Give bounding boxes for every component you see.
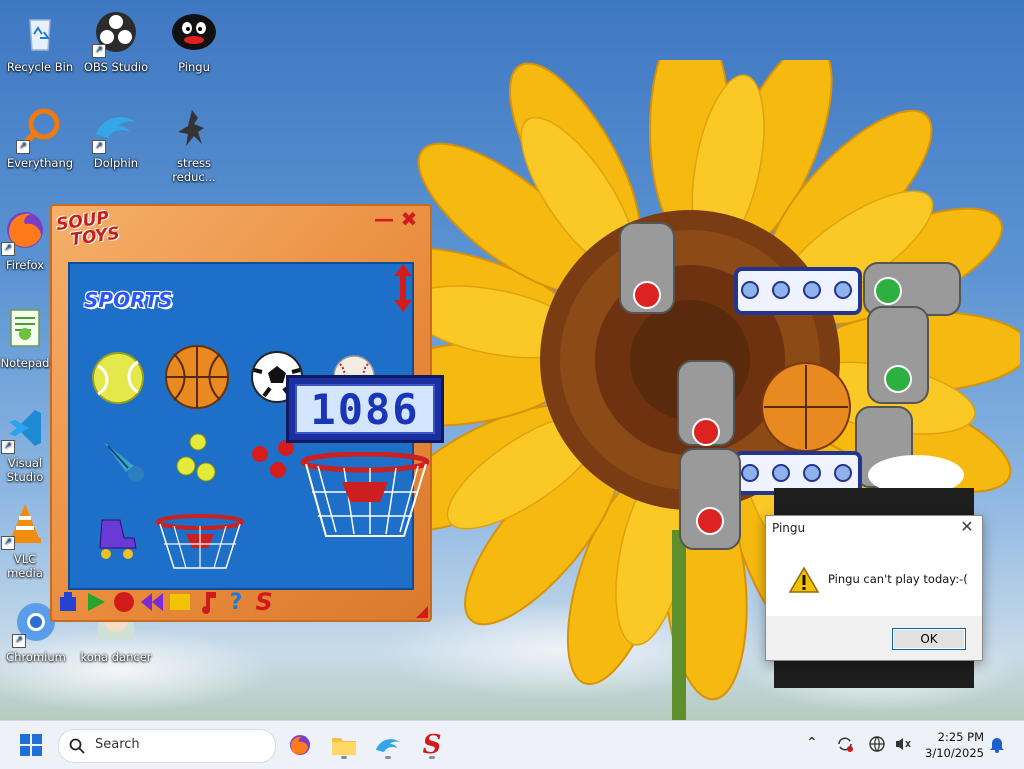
everything-search-icon: ↗ <box>16 104 64 154</box>
show-hidden-icons-chevron-icon[interactable]: ⌃ <box>806 735 818 751</box>
dialog-close-icon[interactable]: ✕ <box>958 518 976 536</box>
taskbar: Search S ⌃ 2:25 PM 3/10/2025 <box>0 720 1024 769</box>
dialog-title: Pingu <box>766 516 982 540</box>
pingu-icon <box>170 8 218 56</box>
category-title: SPORTS <box>84 288 173 312</box>
dolphin-icon <box>376 739 400 752</box>
taskbar-firefox[interactable] <box>284 729 316 761</box>
resize-grip-icon[interactable] <box>416 606 428 618</box>
music-button[interactable] <box>196 590 220 614</box>
soup-s-logo-button[interactable]: S <box>252 588 276 616</box>
icon-label: OBS Studio <box>83 60 149 74</box>
stress-reducer-icon <box>170 104 218 152</box>
vlc-icon: ↗ <box>1 500 49 550</box>
dialog-message: Pingu can't play today:-( <box>828 572 968 586</box>
hoop-toy-large[interactable] <box>298 452 432 548</box>
running-indicator <box>429 756 435 759</box>
icon-label: stress reduc... <box>172 156 216 184</box>
desktop-icon-obs-studio[interactable]: ↗ OBS Studio <box>78 8 154 74</box>
stop-button[interactable] <box>168 590 192 614</box>
obs-icon: ↗ <box>92 8 140 58</box>
score-value: 1086 <box>295 384 435 434</box>
volume-muted-icon[interactable] <box>894 735 912 753</box>
notepad-icon <box>1 304 49 352</box>
sync-icon[interactable] <box>836 735 854 753</box>
icon-label: Chromium <box>6 650 66 664</box>
help-button[interactable]: ? <box>224 590 248 615</box>
desktop-icon-pingu[interactable]: Pingu <box>156 8 232 74</box>
desktop-icon-dolphin[interactable]: ↗ Dolphin <box>78 104 154 170</box>
running-indicator <box>341 756 347 759</box>
clock-time: 2:25 PM <box>937 730 984 744</box>
icon-label: Recycle Bin <box>6 60 74 74</box>
running-indicator <box>385 756 391 759</box>
icon-label: Notepad <box>0 356 50 370</box>
icon-label: Visual Studio Code <box>6 456 44 484</box>
rewind-button[interactable] <box>140 590 164 614</box>
roller-skate-toy[interactable] <box>94 516 140 562</box>
clock-date: 3/10/2025 <box>925 746 984 760</box>
icon-label: Pingu <box>178 60 210 74</box>
taskbar-search-box[interactable]: Search <box>58 729 276 763</box>
icon-label: kona dancer <box>80 650 152 664</box>
score-display: 1086 <box>286 375 444 443</box>
desktop-icon-vlc[interactable]: ↗ VLC media player <box>0 500 50 580</box>
shuttlecock-toy[interactable] <box>98 434 150 486</box>
minimize-button[interactable]: — <box>374 209 394 229</box>
small-balls-toy[interactable] <box>176 432 220 484</box>
record-button[interactable] <box>112 590 136 614</box>
search-placeholder: Search <box>95 737 140 752</box>
hoop-toy-small[interactable] <box>154 514 246 572</box>
dolphin-icon: ↗ <box>92 104 140 154</box>
soup-toys-logo: SOUP TOYS <box>55 207 121 251</box>
desktop-icon-recycle-bin[interactable]: Recycle Bin <box>2 8 78 74</box>
firefox-icon: ↗ <box>1 206 49 256</box>
desktop-icon-everythang[interactable]: ↗ Everythang <box>2 104 78 170</box>
play-button[interactable] <box>84 590 108 614</box>
icon-label: Everythang <box>6 156 74 170</box>
stack-tool-button[interactable] <box>56 590 80 614</box>
taskbar-dolphin[interactable] <box>372 729 404 761</box>
tennis-ball-toy[interactable] <box>90 350 146 406</box>
taskbar-file-explorer[interactable] <box>328 729 360 761</box>
ok-button[interactable]: OK <box>892 628 966 650</box>
notification-bell-icon[interactable] <box>988 735 1006 753</box>
clock[interactable]: 2:25 PM 3/10/2025 <box>922 729 984 761</box>
folder-icon <box>332 738 356 755</box>
scroll-arrow-icon[interactable] <box>392 262 414 314</box>
basketball-toy[interactable] <box>164 344 230 410</box>
search-icon <box>69 738 85 754</box>
icon-label: Dolphin <box>93 156 139 170</box>
taskbar-soup-toys[interactable]: S <box>416 729 448 761</box>
vscode-icon: ↗ <box>1 404 49 454</box>
close-button[interactable]: ✖ <box>400 209 418 229</box>
windows-start-icon[interactable] <box>20 734 42 756</box>
desktop-icon-notepad[interactable]: Notepad <box>0 304 50 370</box>
firefox-icon <box>290 735 310 755</box>
icon-label: Firefox <box>5 258 45 272</box>
desktop-icon-firefox[interactable]: ↗ Firefox <box>0 206 50 272</box>
icon-label: VLC media player <box>7 552 43 580</box>
warning-icon <box>788 566 820 593</box>
message-dialog: Pingu ✕ Pingu can't play today:-( OK <box>765 515 983 661</box>
cannon-top <box>619 222 675 314</box>
desktop-icon-stress-reducer[interactable]: stress reduc... <box>156 104 232 184</box>
soup-toolbar: ? S <box>56 588 276 616</box>
dialog-body: Pingu can't play today:-( <box>766 540 982 616</box>
recycle-bin-icon <box>16 8 64 56</box>
desktop-icon-vscode[interactable]: ↗ Visual Studio Code <box>0 404 50 484</box>
globe-network-icon[interactable] <box>868 735 886 753</box>
